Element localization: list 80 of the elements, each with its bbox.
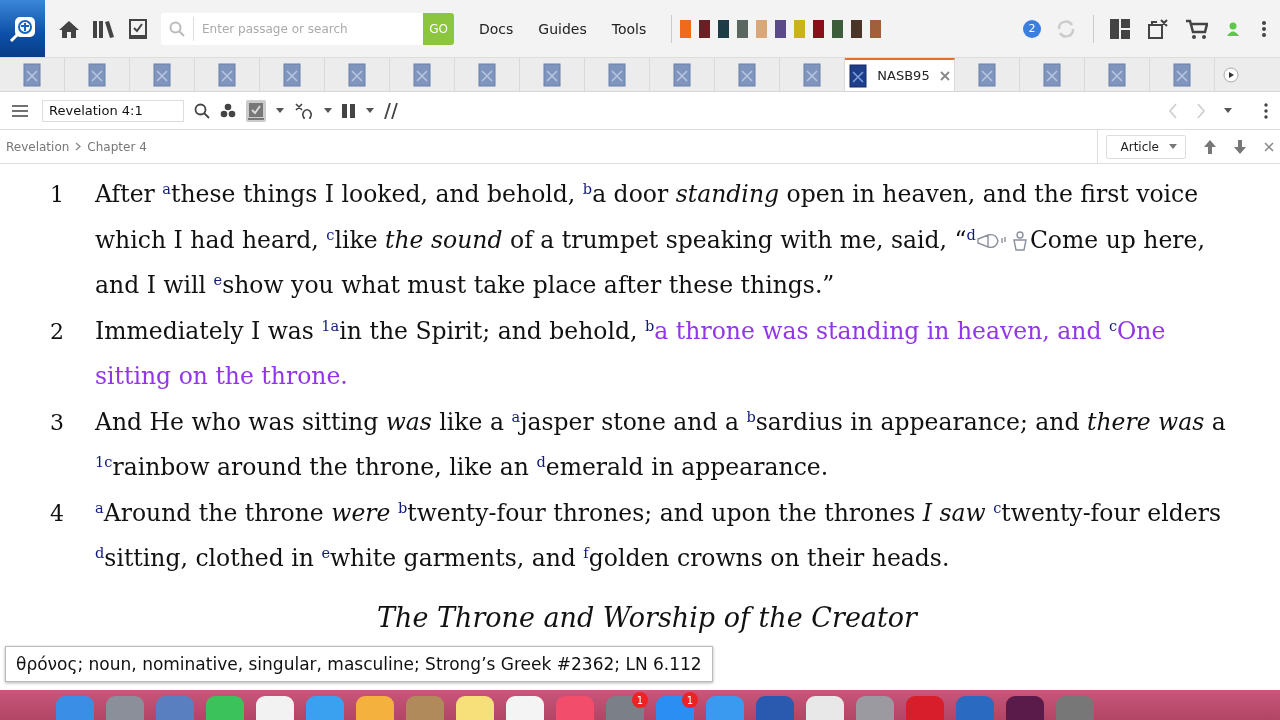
scroll-right-icon[interactable] xyxy=(1223,66,1239,83)
library-icon[interactable] xyxy=(93,19,115,38)
resource-tab[interactable]: NASB95 xyxy=(845,58,955,91)
down-arrow-icon[interactable] xyxy=(1234,139,1246,154)
verse-number: 4 xyxy=(50,499,65,528)
verse-text: And He who was sitting was like a $^{a}$jasper stone and a $^{b}$sardius in appearance; and there was a $^{1c}$rainbow around the throne, like an $^{d}$emerald in appearance. xyxy=(95,406,1227,483)
book-icon xyxy=(348,62,366,87)
tooltip: θρόνος; noun, nominative, singular, masculine; Strong’s Greek #2362; LN 6.112 xyxy=(5,646,713,682)
menu-item[interactable]: Guides xyxy=(538,20,587,37)
book-cover-icon[interactable] xyxy=(870,19,882,38)
book-icon xyxy=(23,62,41,87)
book-icon xyxy=(803,62,821,87)
checklist-icon[interactable] xyxy=(129,18,147,39)
user-icon[interactable] xyxy=(1226,21,1240,36)
book-icon xyxy=(1108,62,1126,87)
verse-number: 1 xyxy=(50,181,65,209)
book-icon xyxy=(978,62,996,87)
reference-field[interactable]: Revelation 4:1 xyxy=(42,99,184,122)
speaker-icons-drawing[interactable] xyxy=(975,230,1030,252)
book-icon xyxy=(478,62,496,87)
verse-text: After $^{a}$these things I looked, and behold, $^{b}$a door standing open in heaven, and the first voice which I had heard, $^{c}$like the sound of a trumpet speaking with me, said, “$^{d}$ Come up here, and I will $^{e}$show you what must take place after these things.” xyxy=(95,179,1206,301)
caret-icon[interactable] xyxy=(1224,108,1232,113)
book-icon xyxy=(283,62,301,87)
verse-number: 3 xyxy=(50,408,65,437)
breadcrumb-link[interactable]: Chapter 4 xyxy=(87,139,147,154)
forward-icon[interactable] xyxy=(1196,102,1206,119)
app-logo[interactable] xyxy=(0,0,45,57)
close-icon[interactable] xyxy=(939,70,950,81)
verse-text: $^{a}$Around the throne were $^{b}$twenty-four thrones; and upon the thrones I saw $^{c}$twenty-four elders $^{d}$sitting, clothed in $^{e}$white garments, and $^{f}$golden crowns on their heads. xyxy=(95,497,1222,574)
home-icon[interactable] xyxy=(59,19,79,38)
book-icon xyxy=(543,62,561,87)
back-icon[interactable] xyxy=(1168,102,1178,119)
cart-icon[interactable] xyxy=(1186,18,1208,39)
checked-book-icon xyxy=(248,101,264,120)
breadcrumb-link[interactable]: Revelation xyxy=(6,139,70,154)
book-icon xyxy=(88,62,106,87)
search-field[interactable]: Enter passage or search xyxy=(161,12,423,45)
book-cover-icon[interactable] xyxy=(737,19,749,38)
verse-number: 2 xyxy=(50,317,65,346)
section-heading: The Throne and Worship of the Creator xyxy=(376,601,919,633)
menu-item[interactable]: Tools xyxy=(611,20,647,37)
up-arrow-icon[interactable] xyxy=(1204,139,1216,154)
book-icon xyxy=(413,62,431,87)
menu-icon[interactable] xyxy=(12,104,28,117)
book-cover-icon[interactable] xyxy=(813,19,825,38)
close-icon[interactable] xyxy=(1264,141,1274,152)
book-cover-icon[interactable] xyxy=(718,19,730,38)
book-icon xyxy=(849,63,868,88)
view-dropdown[interactable]: Article xyxy=(1105,134,1186,159)
book-icon xyxy=(1173,62,1191,87)
notification-badge[interactable]: 2 xyxy=(1023,19,1041,38)
dots-icon[interactable] xyxy=(220,103,236,118)
book-icon xyxy=(218,62,236,87)
search-icon[interactable] xyxy=(194,102,210,119)
book-cover-icon[interactable] xyxy=(775,19,787,38)
layout-icon[interactable] xyxy=(1110,18,1130,39)
book-cover-icon[interactable] xyxy=(699,19,711,38)
more-icon[interactable] xyxy=(1262,20,1266,37)
notification-badge: 1 xyxy=(632,692,648,708)
visual-filter-button[interactable] xyxy=(246,99,266,122)
book-cover-icon[interactable] xyxy=(851,19,863,38)
search-icon xyxy=(169,20,185,37)
chevron-right-icon xyxy=(75,142,82,151)
book-cover-icon[interactable] xyxy=(832,19,844,38)
caret-icon[interactable] xyxy=(366,108,374,113)
book-icon xyxy=(673,62,691,87)
book-icon xyxy=(153,62,171,87)
notification-badge: 1 xyxy=(682,692,698,708)
book-icon xyxy=(738,62,756,87)
more-icon[interactable] xyxy=(1264,102,1268,119)
caret-icon xyxy=(1169,144,1177,149)
book-icon xyxy=(608,62,626,87)
menu-item[interactable]: Docs xyxy=(479,20,514,37)
caret-icon[interactable] xyxy=(276,108,284,113)
close-windows-icon[interactable] xyxy=(1148,18,1168,39)
book-icon xyxy=(1043,62,1061,87)
verse-text: Immediately I was $^{1a}$in the Spirit; and behold, $^{b}$a throne was standing in heaven, and $^{c}$One sitting on the throne. xyxy=(95,315,1167,392)
parallel-icon[interactable] xyxy=(384,102,398,119)
caret-icon[interactable] xyxy=(324,108,332,113)
columns-icon[interactable] xyxy=(342,103,356,118)
